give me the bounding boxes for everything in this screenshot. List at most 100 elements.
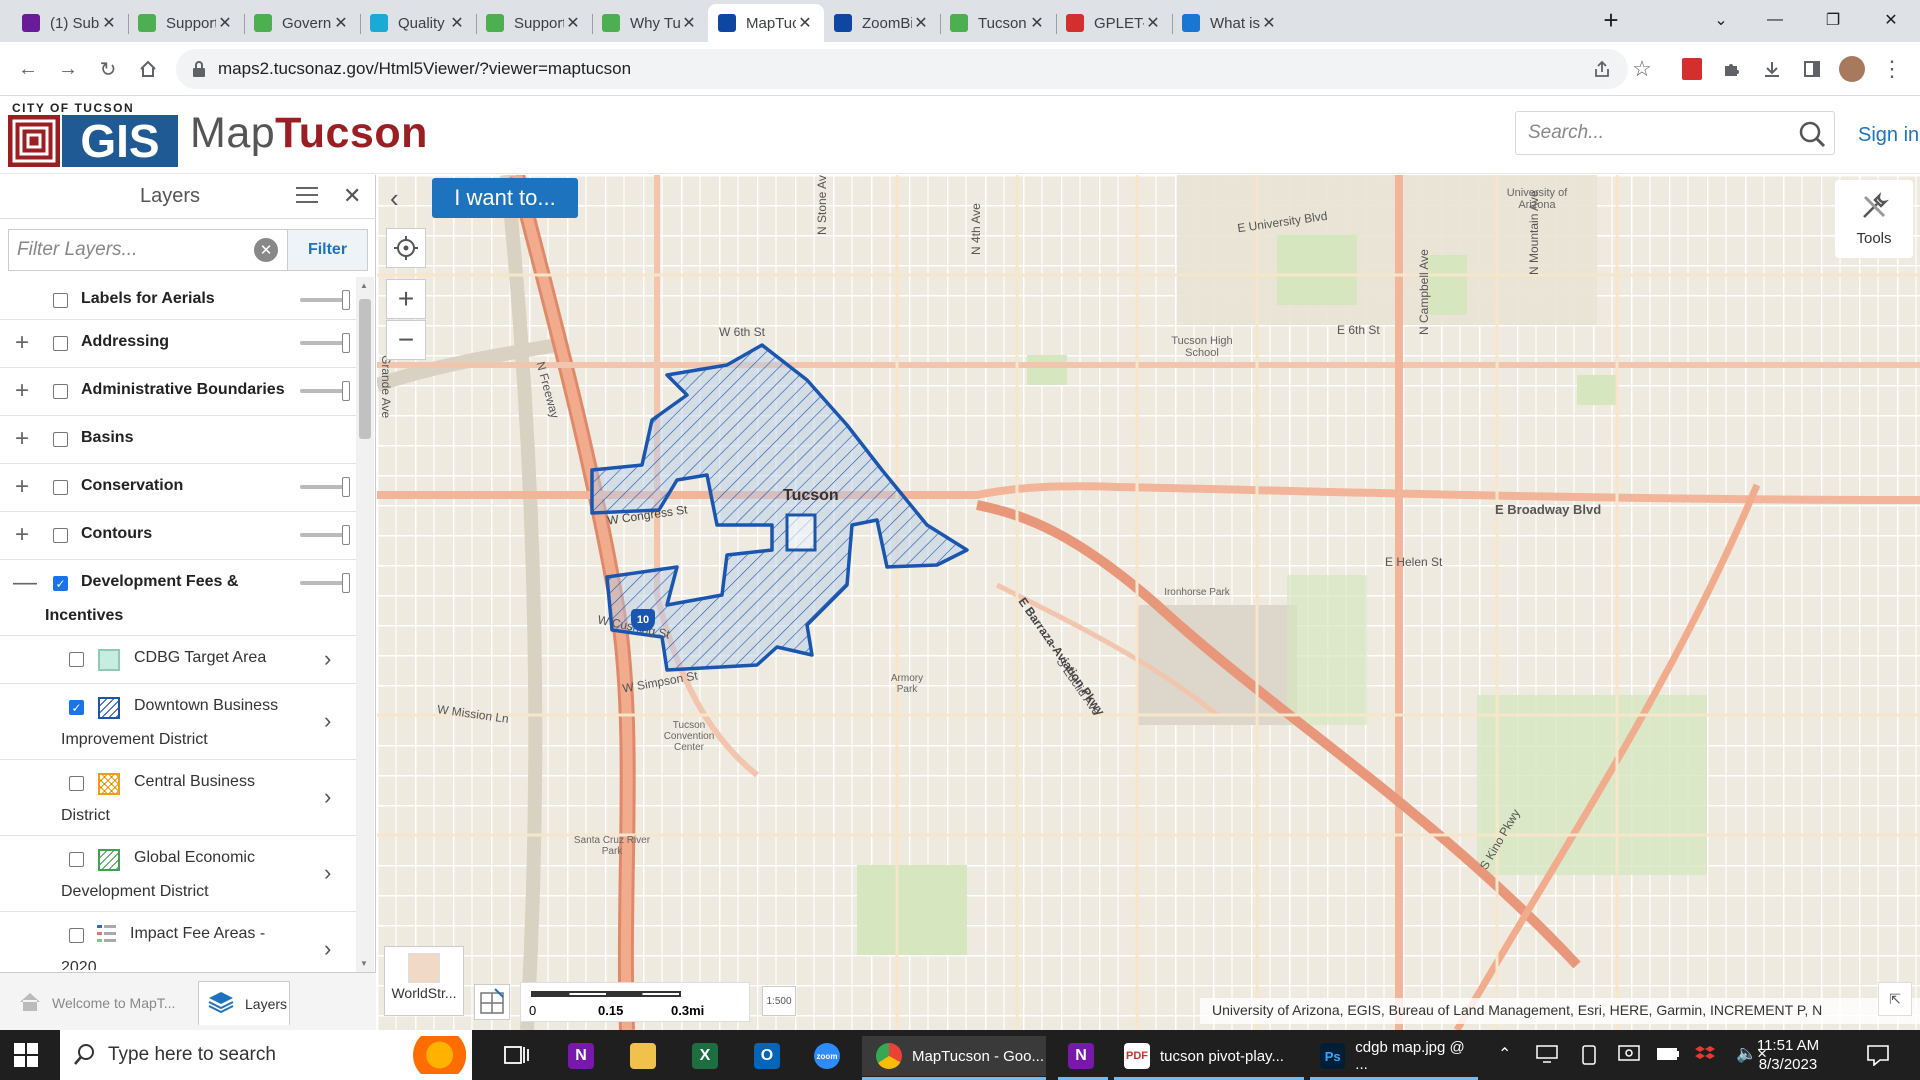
expand-plus-icon[interactable]: + xyxy=(13,475,31,499)
tab-close-icon[interactable]: ✕ xyxy=(216,13,234,33)
layer-checkbox[interactable] xyxy=(53,480,68,495)
filter-layers-input[interactable]: Filter Layers... xyxy=(8,229,288,271)
battery-icon[interactable] xyxy=(1656,1046,1680,1067)
side-panel-icon[interactable] xyxy=(1798,55,1826,83)
browser-tab[interactable]: Support ✕ xyxy=(476,4,592,42)
browser-tab[interactable]: Support &✕ xyxy=(128,4,244,42)
layer-checkbox[interactable] xyxy=(53,384,68,399)
layer-checkbox[interactable] xyxy=(53,336,68,351)
chevron-right-icon[interactable]: › xyxy=(324,860,331,886)
device-icon[interactable] xyxy=(1580,1044,1598,1071)
profile-avatar[interactable] xyxy=(1838,55,1866,83)
tab-search-icon[interactable]: ⌄ xyxy=(1698,0,1744,40)
zoom-out-button[interactable]: − xyxy=(386,320,426,360)
tab-close-icon[interactable]: ✕ xyxy=(796,13,814,33)
chevron-right-icon[interactable]: › xyxy=(324,784,331,810)
sublayer-checkbox[interactable] xyxy=(69,652,84,667)
browser-tab[interactable]: Why Tuc✕ xyxy=(592,4,708,42)
browser-tab[interactable]: GPLET-AL✕ xyxy=(1056,4,1172,42)
expand-plus-icon[interactable]: + xyxy=(13,523,31,547)
map-canvas[interactable]: Tucson E Broadway Blvd W Congress St W 6… xyxy=(377,175,1920,1030)
sublayer-checkbox[interactable] xyxy=(69,776,84,791)
layer-checkbox[interactable] xyxy=(53,293,68,308)
layer-checkbox[interactable]: ✓ xyxy=(53,576,68,591)
browser-menu-icon[interactable]: ⋮ xyxy=(1878,55,1906,83)
opacity-slider[interactable] xyxy=(300,381,350,401)
zoom-in-button[interactable]: + xyxy=(386,279,426,319)
new-tab-button[interactable]: + xyxy=(1588,0,1634,40)
collapse-attribution-icon[interactable]: ⇱ xyxy=(1878,982,1912,1016)
taskbar-app-onenote[interactable]: N xyxy=(1058,1036,1108,1080)
tab-close-icon[interactable]: ✕ xyxy=(680,13,698,33)
bookmark-star-icon[interactable]: ☆ xyxy=(1628,55,1656,83)
layer-row[interactable]: + Conservation xyxy=(0,464,356,512)
chevron-right-icon[interactable]: › xyxy=(324,708,331,734)
tab-close-icon[interactable]: ✕ xyxy=(564,13,582,33)
extensions-puzzle-icon[interactable] xyxy=(1718,55,1746,83)
browser-tab[interactable]: ZoomBiz✕ xyxy=(824,4,940,42)
sublayer-checkbox[interactable] xyxy=(69,852,84,867)
search-icon[interactable] xyxy=(1798,120,1826,154)
file-explorer-icon[interactable] xyxy=(630,1036,666,1076)
back-button[interactable]: ← xyxy=(12,53,44,85)
reload-button[interactable]: ↻ xyxy=(92,53,124,85)
display-icon[interactable] xyxy=(1618,1044,1640,1069)
opacity-slider[interactable] xyxy=(300,333,350,353)
sublayer-row[interactable]: Global Economic Development District › xyxy=(0,836,356,912)
layer-row[interactable]: + Contours xyxy=(0,512,356,560)
outlook-icon[interactable]: O xyxy=(754,1036,790,1076)
sublayer-row[interactable]: Impact Fee Areas - 2020 › xyxy=(0,912,356,970)
windows-start-icon[interactable] xyxy=(14,1043,38,1072)
collapse-minus-icon[interactable]: — xyxy=(13,571,37,595)
sublayer-checkbox[interactable]: ✓ xyxy=(69,700,84,715)
acrobat-extension-icon[interactable] xyxy=(1678,55,1706,83)
sublayer-row[interactable]: ✓ Downtown Business Improvement District… xyxy=(0,684,356,760)
network-icon[interactable] xyxy=(1536,1044,1558,1069)
tab-close-icon[interactable]: ✕ xyxy=(1144,13,1162,33)
i-want-to-button[interactable]: I want to... xyxy=(432,178,578,218)
share-icon[interactable] xyxy=(1588,55,1616,83)
forward-button[interactable]: → xyxy=(52,53,84,85)
close-window-button[interactable]: ✕ xyxy=(1868,0,1914,40)
scale-input-button[interactable]: 1:500 xyxy=(762,986,796,1016)
browser-tab[interactable]: Quality D✕ xyxy=(360,4,476,42)
layer-checkbox[interactable] xyxy=(53,432,68,447)
show-hidden-icons-chevron-icon[interactable]: ⌃ xyxy=(1498,1044,1511,1064)
opacity-slider[interactable] xyxy=(300,525,350,545)
clear-filter-icon[interactable]: ✕ xyxy=(254,238,278,262)
layer-row[interactable]: — ✓ Development Fees & Incentives xyxy=(0,560,356,636)
taskbar-app-pdf[interactable]: PDF tucson pivot-play... xyxy=(1114,1036,1304,1080)
onenote-taskbar-icon[interactable]: N xyxy=(568,1036,604,1076)
map-search-input[interactable]: Search... xyxy=(1515,111,1835,155)
sublayer-checkbox[interactable] xyxy=(69,928,84,943)
collapse-panel-chevron-icon[interactable]: ‹ xyxy=(390,183,399,214)
zoom-icon[interactable]: zoom xyxy=(814,1036,850,1076)
layer-checkbox[interactable] xyxy=(53,528,68,543)
layer-list-scrollbar[interactable]: ▲ ▼ xyxy=(356,277,374,972)
opacity-slider[interactable] xyxy=(300,290,350,310)
panel-menu-icon[interactable] xyxy=(296,186,318,209)
filter-button[interactable]: Filter xyxy=(288,229,368,271)
chevron-right-icon[interactable]: › xyxy=(324,936,331,962)
layer-row[interactable]: Labels for Aerials xyxy=(0,280,356,320)
tab-close-icon[interactable]: ✕ xyxy=(912,13,930,33)
expand-plus-icon[interactable]: + xyxy=(13,379,31,403)
taskbar-search-input[interactable]: Type here to search xyxy=(60,1030,472,1080)
taskbar-clock[interactable]: 11:51 AM 8/3/2023 xyxy=(1748,1036,1828,1074)
tab-close-icon[interactable]: ✕ xyxy=(1260,13,1278,33)
browser-tab[interactable]: MapTucs✕ xyxy=(708,4,824,42)
expand-plus-icon[interactable]: + xyxy=(13,331,31,355)
layer-row[interactable]: + Addressing xyxy=(0,320,356,368)
tab-close-icon[interactable]: ✕ xyxy=(448,13,466,33)
tools-button[interactable]: Tools xyxy=(1835,180,1913,258)
browser-tab[interactable]: What is a✕ xyxy=(1172,4,1288,42)
locate-me-icon[interactable] xyxy=(386,228,426,268)
expand-plus-icon[interactable]: + xyxy=(13,427,31,451)
tab-close-icon[interactable]: ✕ xyxy=(1028,13,1046,33)
scrollbar-thumb[interactable] xyxy=(359,299,371,439)
opacity-slider[interactable] xyxy=(300,573,350,593)
browser-tab[interactable]: (1) Substa✕ xyxy=(12,4,128,42)
home-button[interactable] xyxy=(132,53,164,85)
browser-tab[interactable]: Governm✕ xyxy=(244,4,360,42)
tab-welcome[interactable]: Welcome to MapT... xyxy=(8,981,196,1025)
